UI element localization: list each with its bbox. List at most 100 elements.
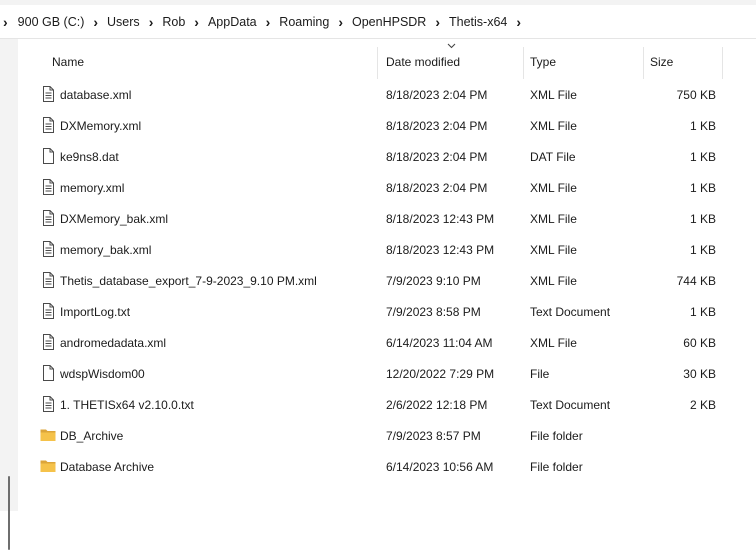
- file-row[interactable]: ImportLog.txt 7/9/2023 8:58 PM Text Docu…: [19, 296, 756, 327]
- file-name[interactable]: Thetis_database_export_7-9-2023_9.10 PM.…: [60, 274, 317, 288]
- breadcrumb[interactable]: › 900 GB (C:) › Users › Rob › AppData › …: [0, 5, 756, 39]
- file-name[interactable]: database.xml: [60, 88, 131, 102]
- file-size: 744 KB: [676, 274, 716, 288]
- column-divider[interactable]: [523, 47, 524, 79]
- file-size: 1 KB: [689, 212, 716, 226]
- file-row[interactable]: memory.xml 8/18/2023 2:04 PM XML File 1 …: [19, 172, 756, 203]
- navigation-pane-scrollbar[interactable]: [8, 476, 10, 550]
- file-date-modified: 8/18/2023 12:43 PM: [386, 212, 495, 226]
- breadcrumb-item-roaming[interactable]: Roaming: [277, 15, 331, 29]
- sort-descending-icon: [447, 43, 456, 49]
- file-size: 750 KB: [676, 88, 716, 102]
- chevron-right-icon[interactable]: ›: [331, 14, 350, 30]
- file-date-modified: 12/20/2022 7:29 PM: [386, 367, 495, 381]
- column-header-name[interactable]: Name: [52, 55, 84, 69]
- file-row[interactable]: DXMemory.xml 8/18/2023 2:04 PM XML File …: [19, 110, 756, 141]
- folder-icon: [40, 458, 56, 474]
- file-name[interactable]: wdspWisdom00: [60, 367, 145, 381]
- file-size: 60 KB: [683, 336, 716, 350]
- chevron-right-icon[interactable]: ›: [0, 14, 16, 30]
- file-row[interactable]: 1. THETISx64 v2.10.0.txt 2/6/2022 12:18 …: [19, 389, 756, 420]
- chevron-right-icon[interactable]: ›: [86, 14, 105, 30]
- file-type: XML File: [530, 243, 577, 257]
- text-file-icon: [40, 210, 56, 226]
- chevron-right-icon[interactable]: ›: [259, 14, 278, 30]
- file-name[interactable]: DB_Archive: [60, 429, 123, 443]
- text-file-icon: [40, 179, 56, 195]
- file-name[interactable]: ImportLog.txt: [60, 305, 130, 319]
- file-name[interactable]: memory.xml: [60, 181, 124, 195]
- file-name[interactable]: DXMemory_bak.xml: [60, 212, 168, 226]
- file-name[interactable]: andromedadata.xml: [60, 336, 166, 350]
- file-date-modified: 6/14/2023 11:04 AM: [386, 336, 493, 350]
- text-file-icon: [40, 396, 56, 412]
- breadcrumb-item-openhpsdr[interactable]: OpenHPSDR: [350, 15, 428, 29]
- file-type: XML File: [530, 336, 577, 350]
- chevron-right-icon[interactable]: ›: [142, 14, 161, 30]
- file-type: File: [530, 367, 550, 381]
- file-date-modified: 8/18/2023 2:04 PM: [386, 181, 488, 195]
- column-header-type[interactable]: Type: [530, 55, 556, 69]
- text-file-icon: [40, 86, 56, 102]
- file-type: XML File: [530, 212, 577, 226]
- text-file-icon: [40, 272, 56, 288]
- file-date-modified: 8/18/2023 2:04 PM: [386, 119, 488, 133]
- chevron-right-icon[interactable]: ›: [187, 14, 206, 30]
- text-file-icon: [40, 241, 56, 257]
- chevron-right-icon[interactable]: ›: [428, 14, 447, 30]
- text-file-icon: [40, 117, 56, 133]
- breadcrumb-item-users[interactable]: Users: [105, 15, 142, 29]
- file-size: 1 KB: [689, 305, 716, 319]
- column-divider[interactable]: [643, 47, 644, 79]
- file-row[interactable]: Database Archive 6/14/2023 10:56 AM File…: [19, 451, 756, 482]
- file-row[interactable]: ke9ns8.dat 8/18/2023 2:04 PM DAT File 1 …: [19, 141, 756, 172]
- breadcrumb-item-rob[interactable]: Rob: [160, 15, 187, 29]
- file-type: Text Document: [530, 398, 611, 412]
- text-file-icon: [40, 303, 56, 319]
- file-name[interactable]: 1. THETISx64 v2.10.0.txt: [60, 398, 194, 412]
- file-row[interactable]: memory_bak.xml 8/18/2023 12:43 PM XML Fi…: [19, 234, 756, 265]
- file-name[interactable]: DXMemory.xml: [60, 119, 141, 133]
- file-date-modified: 8/18/2023 2:04 PM: [386, 88, 488, 102]
- file-size: 30 KB: [683, 367, 716, 381]
- file-type: DAT File: [530, 150, 576, 164]
- file-type: File folder: [530, 429, 583, 443]
- folder-icon: [40, 427, 56, 443]
- file-name[interactable]: ke9ns8.dat: [60, 150, 119, 164]
- breadcrumb-item-drive[interactable]: 900 GB (C:): [16, 15, 87, 29]
- blank-file-icon: [40, 148, 56, 164]
- file-row[interactable]: andromedadata.xml 6/14/2023 11:04 AM XML…: [19, 327, 756, 358]
- file-type: Text Document: [530, 305, 611, 319]
- file-row[interactable]: DXMemory_bak.xml 8/18/2023 12:43 PM XML …: [19, 203, 756, 234]
- file-date-modified: 2/6/2022 12:18 PM: [386, 398, 488, 412]
- breadcrumb-item-appdata[interactable]: AppData: [206, 15, 259, 29]
- file-size: 1 KB: [689, 181, 716, 195]
- file-type: XML File: [530, 181, 577, 195]
- breadcrumb-item-thetis[interactable]: Thetis-x64: [447, 15, 509, 29]
- text-file-icon: [40, 334, 56, 350]
- file-size: 2 KB: [689, 398, 716, 412]
- file-date-modified: 6/14/2023 10:56 AM: [386, 460, 494, 474]
- file-date-modified: 8/18/2023 2:04 PM: [386, 150, 488, 164]
- navigation-pane[interactable]: [0, 39, 18, 550]
- file-date-modified: 7/9/2023 8:58 PM: [386, 305, 481, 319]
- file-type: XML File: [530, 88, 577, 102]
- file-row[interactable]: Thetis_database_export_7-9-2023_9.10 PM.…: [19, 265, 756, 296]
- column-divider[interactable]: [377, 47, 378, 79]
- column-header-size[interactable]: Size: [650, 55, 673, 69]
- chevron-right-icon[interactable]: ›: [509, 14, 528, 30]
- file-row[interactable]: wdspWisdom00 12/20/2022 7:29 PM File 30 …: [19, 358, 756, 389]
- file-date-modified: 7/9/2023 9:10 PM: [386, 274, 481, 288]
- blank-file-icon: [40, 365, 56, 381]
- file-size: 1 KB: [689, 119, 716, 133]
- file-date-modified: 8/18/2023 12:43 PM: [386, 243, 495, 257]
- file-size: 1 KB: [689, 150, 716, 164]
- file-name[interactable]: Database Archive: [60, 460, 154, 474]
- file-type: XML File: [530, 274, 577, 288]
- column-divider[interactable]: [722, 47, 723, 79]
- file-row[interactable]: database.xml 8/18/2023 2:04 PM XML File …: [19, 79, 756, 110]
- file-row[interactable]: DB_Archive 7/9/2023 8:57 PM File folder: [19, 420, 756, 451]
- column-header-date-modified[interactable]: Date modified: [386, 55, 460, 69]
- file-list: database.xml 8/18/2023 2:04 PM XML File …: [19, 79, 756, 482]
- file-name[interactable]: memory_bak.xml: [60, 243, 151, 257]
